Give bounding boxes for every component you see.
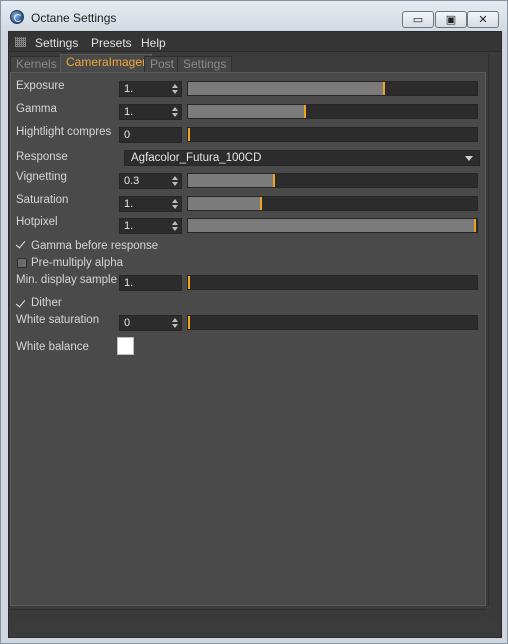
exposure-spinner-icon[interactable] bbox=[172, 84, 178, 94]
client-area: Settings Presets Help Kernels CameraImag… bbox=[8, 31, 502, 638]
horizontal-scrollbar[interactable] bbox=[10, 609, 486, 621]
gamma-slider-knob[interactable] bbox=[304, 105, 306, 118]
saturation-label: Saturation bbox=[16, 194, 69, 206]
saturation-slider[interactable] bbox=[187, 196, 478, 211]
menu-settings[interactable]: Settings bbox=[35, 36, 78, 50]
hotpixel-slider-fill bbox=[188, 219, 474, 232]
minimize-button[interactable]: ▭ bbox=[402, 11, 434, 28]
min-display-samples-value: 1. bbox=[124, 277, 134, 289]
exposure-slider-knob[interactable] bbox=[383, 82, 385, 95]
vignetting-label: Vignetting bbox=[16, 171, 67, 183]
vertical-scrollbar[interactable] bbox=[488, 54, 500, 606]
gamma-input[interactable]: 1. bbox=[119, 104, 182, 120]
tab-kernels[interactable]: Kernels bbox=[10, 56, 63, 73]
gamma-label: Gamma bbox=[16, 103, 57, 115]
menu-bar: Settings Presets Help bbox=[9, 32, 501, 52]
exposure-input[interactable]: 1. bbox=[119, 81, 182, 97]
title-bar[interactable]: Octane Settings ▭ ▣ ✕ bbox=[1, 1, 507, 31]
hotpixel-slider-knob[interactable] bbox=[474, 219, 476, 232]
exposure-slider-fill bbox=[188, 82, 383, 95]
highlight-compression-slider[interactable] bbox=[187, 127, 478, 142]
vignetting-spinner-icon[interactable] bbox=[172, 176, 178, 186]
chevron-down-icon bbox=[465, 156, 473, 161]
gamma-slider[interactable] bbox=[187, 104, 478, 119]
tab-bar: Kernels CameraImager Post Settings bbox=[9, 54, 501, 73]
dither-label: Dither bbox=[31, 297, 62, 309]
grip-icon[interactable] bbox=[15, 37, 26, 47]
white-saturation-slider-knob[interactable] bbox=[188, 316, 190, 329]
saturation-slider-fill bbox=[188, 197, 260, 210]
vignetting-value: 0.3 bbox=[124, 175, 140, 187]
saturation-spinner-icon[interactable] bbox=[172, 199, 178, 209]
vignetting-slider[interactable] bbox=[187, 173, 478, 188]
octane-settings-window: Octane Settings ▭ ▣ ✕ Settings Presets H… bbox=[0, 0, 508, 644]
min-display-samples-slider-knob[interactable] bbox=[188, 276, 190, 289]
response-value: Agfacolor_Futura_100CD bbox=[131, 152, 262, 164]
saturation-slider-knob[interactable] bbox=[260, 197, 262, 210]
highlight-compression-slider-knob[interactable] bbox=[188, 128, 190, 141]
white-balance-label: White balance bbox=[16, 341, 89, 353]
white-saturation-spinner-icon[interactable] bbox=[172, 318, 178, 328]
hotpixel-input[interactable]: 1. bbox=[119, 218, 182, 234]
min-display-samples-slider[interactable] bbox=[187, 275, 478, 290]
gamma-spinner-icon[interactable] bbox=[172, 107, 178, 117]
tab-settings[interactable]: Settings bbox=[177, 56, 233, 73]
min-display-samples-label: Min. display sample bbox=[16, 274, 117, 286]
scrollbar-corner bbox=[488, 609, 500, 621]
window-title: Octane Settings bbox=[31, 11, 117, 25]
white-balance-color-swatch[interactable] bbox=[117, 337, 134, 355]
response-dropdown[interactable]: Agfacolor_Futura_100CD bbox=[124, 150, 480, 166]
highlight-compression-input[interactable]: 0 bbox=[119, 127, 182, 143]
menu-help[interactable]: Help bbox=[141, 36, 166, 50]
gamma-slider-fill bbox=[188, 105, 304, 118]
hotpixel-slider[interactable] bbox=[187, 218, 478, 233]
saturation-input[interactable]: 1. bbox=[119, 196, 182, 212]
premultiply-alpha-checkbox[interactable] bbox=[17, 258, 27, 268]
tab-camera-imager[interactable]: CameraImager bbox=[60, 54, 153, 73]
tab-post[interactable]: Post bbox=[144, 56, 181, 73]
cinema4d-app-icon bbox=[10, 10, 24, 24]
dither-checkbox[interactable] bbox=[17, 299, 27, 309]
gamma-before-response-checkbox[interactable] bbox=[17, 240, 27, 250]
exposure-label: Exposure bbox=[16, 80, 65, 92]
maximize-button[interactable]: ▣ bbox=[435, 11, 467, 28]
white-saturation-label: White saturation bbox=[16, 314, 100, 326]
hotpixel-label: Hotpixel bbox=[16, 216, 58, 228]
close-button[interactable]: ✕ bbox=[467, 11, 499, 28]
highlight-compression-value: 0 bbox=[124, 129, 131, 141]
menu-presets[interactable]: Presets bbox=[91, 36, 132, 50]
exposure-value: 1. bbox=[124, 83, 134, 95]
response-label: Response bbox=[16, 151, 68, 163]
white-saturation-value: 0 bbox=[124, 317, 131, 329]
gamma-value: 1. bbox=[124, 106, 134, 118]
gamma-before-response-label: Gamma before response bbox=[31, 240, 159, 252]
hotpixel-value: 1. bbox=[124, 220, 134, 232]
saturation-value: 1. bbox=[124, 198, 134, 210]
exposure-slider[interactable] bbox=[187, 81, 478, 96]
vignetting-input[interactable]: 0.3 bbox=[119, 173, 182, 189]
min-display-samples-input[interactable]: 1. bbox=[119, 275, 182, 291]
white-saturation-input[interactable]: 0 bbox=[119, 315, 182, 331]
camera-imager-panel: Exposure 1. Gamma 1. Hightlight compres bbox=[10, 72, 486, 606]
vignetting-slider-knob[interactable] bbox=[273, 174, 275, 187]
hotpixel-spinner-icon[interactable] bbox=[172, 221, 178, 231]
premultiply-alpha-label: Pre-multiply alpha bbox=[31, 257, 124, 269]
highlight-compression-label: Hightlight compres bbox=[16, 126, 112, 138]
vignetting-slider-fill bbox=[188, 174, 273, 187]
white-saturation-slider[interactable] bbox=[187, 315, 478, 330]
